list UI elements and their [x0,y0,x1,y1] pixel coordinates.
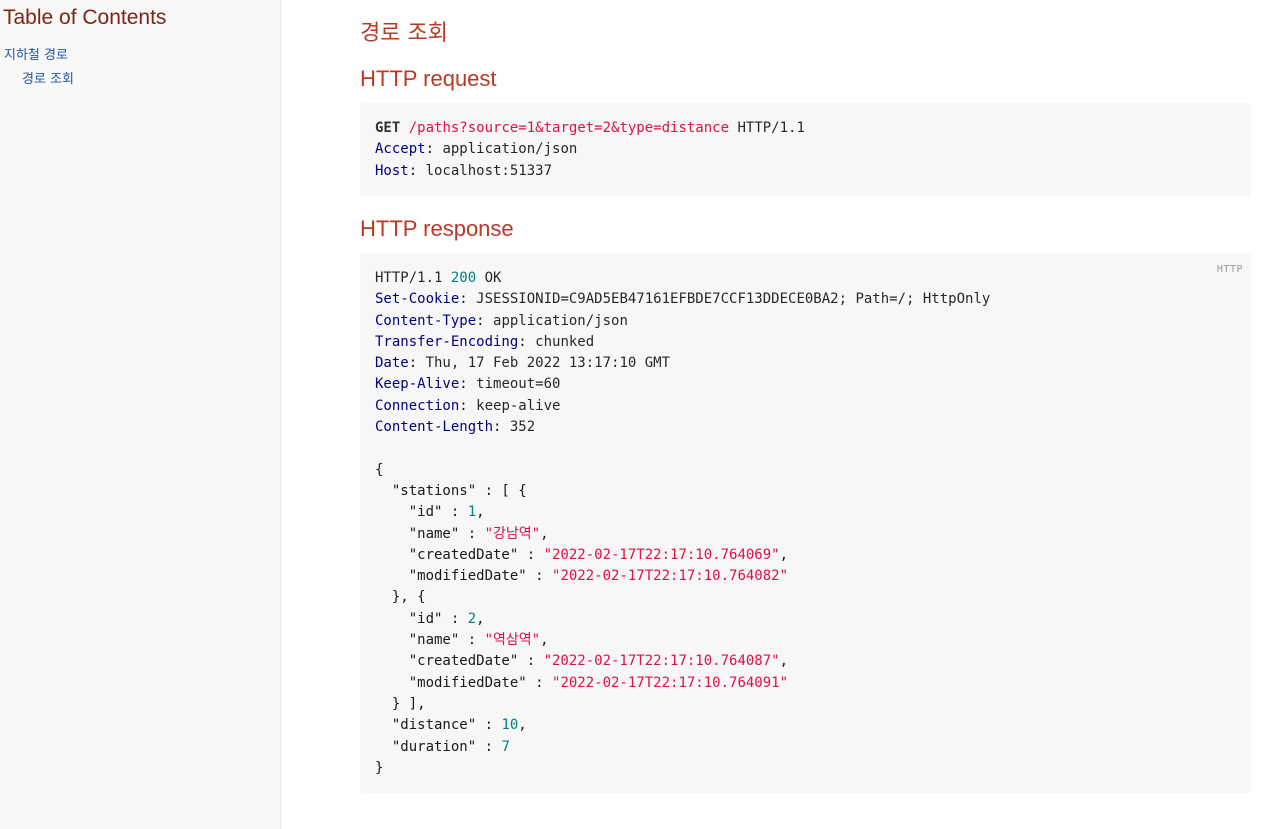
response-header-line: Content-Length: 352 [375,419,536,436]
json-line: } ], [375,695,426,712]
status-text: OK [484,270,502,286]
json-line: "createdDate" : "2022-02-17T22:17:10.764… [375,653,789,670]
request-protocol: HTTP/1.1 [737,120,805,136]
status-line: HTTP/1.1 200 OK [375,268,1236,289]
json-string: "2022-02-17T22:17:10.764069" [543,546,780,563]
request-header-line: Accept: application/json [375,141,578,158]
header-value: localhost:51337 [425,162,553,179]
header-name: Content-Type [375,312,477,329]
request-path: /paths?source=1&target=2&type=distance [408,120,730,136]
json-line: "createdDate" : "2022-02-17T22:17:10.764… [375,546,789,563]
section-title: 경로 조회 [360,21,448,46]
toc-title: Table of Contents [3,6,167,29]
response-header-line: Content-Type: application/json [375,312,628,329]
json-string: "2022-02-17T22:17:10.764091" [552,674,789,691]
response-protocol: HTTP/1.1 [375,270,443,286]
toc-link-path-lookup[interactable]: 경로 조회 [22,68,74,87]
response-header-line: Transfer-Encoding: chunked [375,333,595,350]
json-line: "modifiedDate" : "2022-02-17T22:17:10.76… [375,674,789,691]
request-method: GET [375,120,401,136]
json-string: "2022-02-17T22:17:10.764087" [543,653,780,670]
header-value: chunked [535,333,595,350]
json-line: { [375,461,384,478]
json-line: "duration" : 7 [375,738,510,755]
response-heading: HTTP response [360,216,514,241]
json-line: "stations" : [ { [375,482,527,499]
header-name: Keep-Alive [375,376,460,393]
response-header-line: Keep-Alive: timeout=60 [375,376,561,393]
request-header-line: Host: localhost:51337 [375,162,553,179]
header-value: application/json [442,141,578,158]
header-value: 352 [509,419,536,436]
header-value: Thu, 17 Feb 2022 13:17:10 GMT [425,355,671,372]
json-number: 7 [501,738,510,755]
json-line: "name" : "강남역", [375,525,549,542]
json-string: "2022-02-17T22:17:10.764082" [552,568,789,585]
request-line: GET /paths?source=1&target=2&type=distan… [375,118,1236,139]
json-line: }, { [375,589,426,606]
json-string: "강남역" [484,525,541,542]
request-code-block: GET /paths?source=1&target=2&type=distan… [360,103,1251,196]
response-code-block: HTTP HTTP/1.1 200 OK Set-Cookie: JSESSIONI… [360,253,1251,794]
json-number: 1 [467,504,477,521]
header-name: Connection [375,397,460,414]
language-badge: HTTP [1216,264,1243,275]
header-value: JSESSIONID=C9AD5EB47161EFBDE7CCF13DDECE0… [476,291,991,308]
header-name: Content-Length [375,419,494,436]
json-line: } [375,759,384,776]
json-number: 2 [467,610,477,627]
header-value: keep-alive [476,397,561,414]
response-header-line: Set-Cookie: JSESSIONID=C9AD5EB47161EFBDE… [375,291,991,308]
json-line: "id" : 1, [375,504,485,521]
status-code: 200 [450,270,477,286]
toc-link-subway-path[interactable]: 지하철 경로 [4,44,68,63]
header-name: Host [375,162,409,179]
json-line: "id" : 2, [375,610,485,627]
json-line: "modifiedDate" : "2022-02-17T22:17:10.76… [375,568,789,585]
header-name: Transfer-Encoding [375,333,519,350]
header-name: Date [375,355,409,372]
toc-sidebar: Table of Contents 지하철 경로 경로 조회 [0,0,281,829]
request-heading: HTTP request [360,66,497,91]
header-name: Accept [375,141,426,158]
json-line: "name" : "역삼역", [375,632,549,649]
json-line: "distance" : 10, [375,717,527,734]
header-name: Set-Cookie [375,291,460,308]
json-string: "역삼역" [484,632,541,649]
json-number: 10 [501,717,519,734]
header-value: timeout=60 [476,376,561,393]
response-header-line: Date: Thu, 17 Feb 2022 13:17:10 GMT [375,355,671,372]
response-header-line: Connection: keep-alive [375,397,561,414]
header-value: application/json [493,312,628,329]
